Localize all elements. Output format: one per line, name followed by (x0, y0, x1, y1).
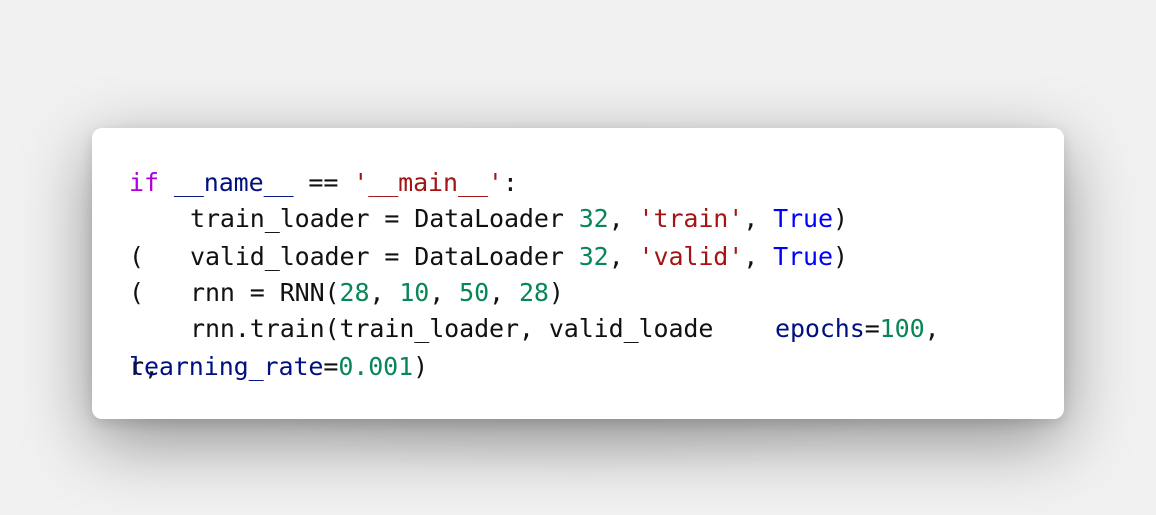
comma: , (489, 278, 519, 307)
comma: , (743, 242, 774, 271)
code-card: if __name__ == '__main__': train_loader … (92, 128, 1064, 419)
number-arg-1: 28 (339, 278, 370, 307)
comma: , (743, 204, 774, 233)
code-block: if __name__ == '__main__': train_loader … (92, 128, 1064, 419)
number-arg-2: 10 (399, 278, 430, 307)
close-paren: ) (413, 352, 429, 381)
open-paren-line-4: ( (129, 278, 144, 308)
number-batch-size: 32 (578, 242, 609, 271)
operator-equals: == (293, 168, 354, 197)
comma: , (608, 242, 639, 271)
number-batch-size: 32 (578, 204, 609, 233)
number-arg-3: 50 (459, 278, 490, 307)
string-train: 'train' (638, 204, 744, 233)
comma: , (429, 278, 460, 307)
comma: , (608, 204, 639, 233)
open-paren: ( (129, 242, 144, 271)
code-line-4: rnn = RNN(28, 10, 50, 28) (190, 278, 564, 308)
keyword-if: if (129, 168, 159, 197)
constant-true: True (773, 204, 833, 233)
param-learning-rate: learning_rate (129, 352, 324, 381)
string-main: '__main__' (353, 168, 503, 197)
code-line-3: valid_loader = DataLoader 32, 'valid', T… (190, 242, 848, 272)
close-paren: ) (832, 204, 848, 233)
number-learning-rate: 0.001 (338, 352, 414, 381)
valid-loader-assignment: valid_loader = DataLoader (190, 242, 579, 271)
close-paren: ) (832, 242, 848, 271)
rnn-train-call: rnn.train(train_loader, valid_loade (190, 314, 714, 343)
number-arg-4: 28 (518, 278, 549, 307)
train-loader-assignment: train_loader = DataLoader (190, 204, 579, 233)
colon: : (502, 168, 518, 197)
open-paren: ( (129, 278, 144, 307)
code-line-2: train_loader = DataLoader 32, 'train', T… (190, 204, 848, 234)
equals: = (323, 352, 339, 381)
param-epochs: epochs (775, 314, 865, 343)
close-paren: ) (548, 278, 564, 307)
constant-true: True (773, 242, 833, 271)
code-line-6: learning_rate=0.001) (129, 352, 428, 382)
string-valid: 'valid' (638, 242, 744, 271)
comma: , (369, 278, 400, 307)
number-epochs: 100 (879, 314, 925, 343)
open-paren-line-3: ( (129, 242, 144, 272)
equals: = (864, 314, 880, 343)
rnn-assignment: rnn = RNN( (190, 278, 340, 307)
identifier-dunder-name: __name__ (173, 168, 294, 197)
code-line-5-kwarg: epochs=100, (775, 314, 940, 344)
comma: , (924, 314, 940, 343)
code-line-5: rnn.train(train_loader, valid_loade (190, 314, 713, 344)
code-line-1: if __name__ == '__main__': (129, 168, 518, 198)
